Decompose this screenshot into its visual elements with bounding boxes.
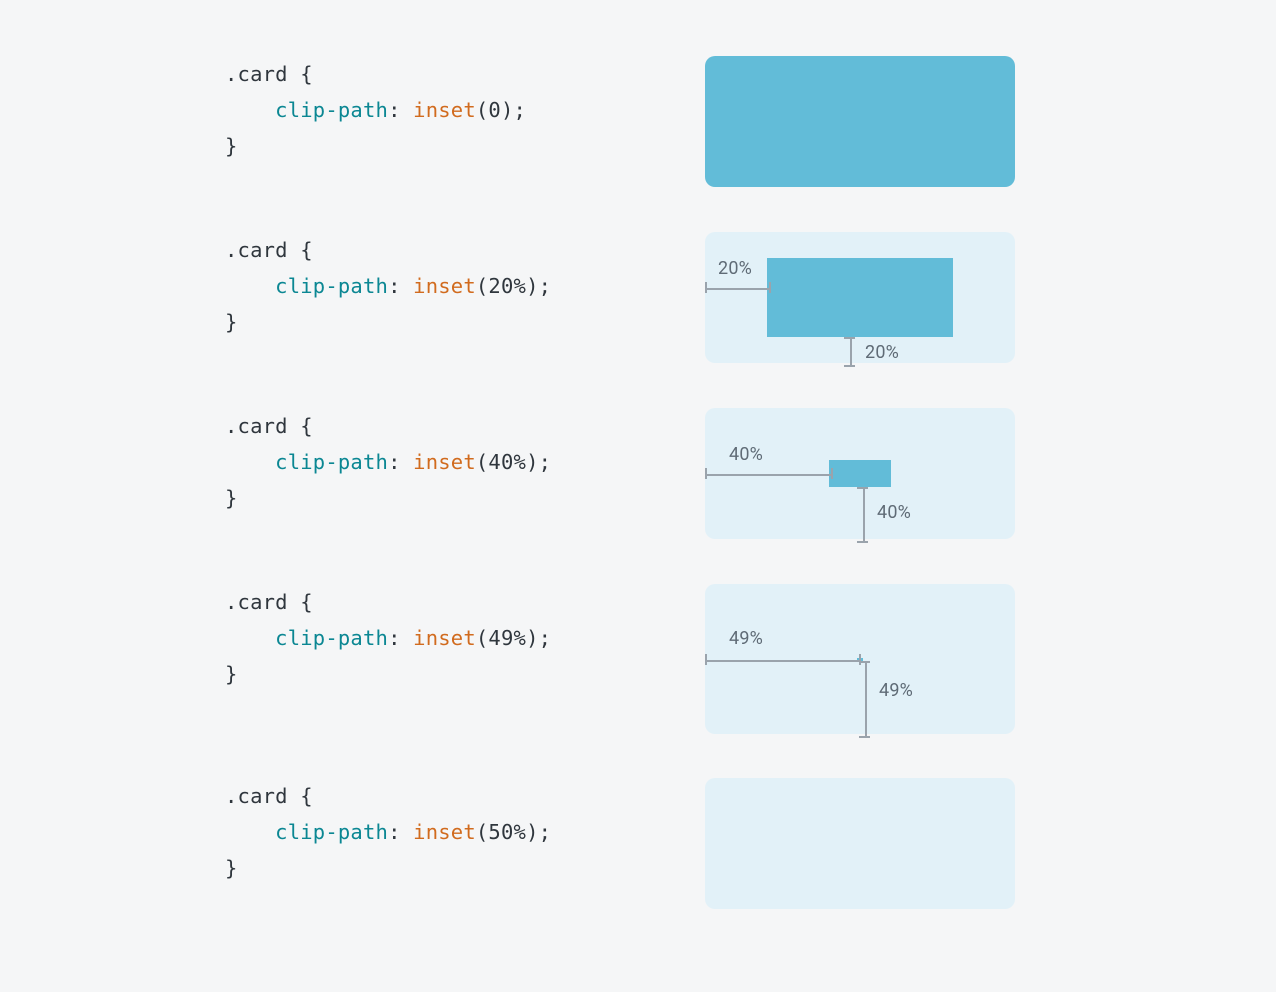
code-block: .card { clip-path: inset(0); } xyxy=(225,56,685,164)
css-property: clip-path xyxy=(275,626,388,650)
css-function: inset xyxy=(413,820,476,844)
css-function: inset xyxy=(413,450,476,474)
css-selector: .card xyxy=(225,414,288,438)
horizontal-measure-icon xyxy=(705,654,861,665)
code-block: .card { clip-path: inset(50%); } xyxy=(225,778,685,886)
measure-label: 20% xyxy=(865,342,899,363)
css-selector: .card xyxy=(225,590,288,614)
css-property: clip-path xyxy=(275,820,388,844)
css-property: clip-path xyxy=(275,98,388,122)
measure-label: 20% xyxy=(718,258,752,279)
measure-label: 49% xyxy=(729,628,763,649)
css-property: clip-path xyxy=(275,450,388,474)
css-arg: 40% xyxy=(488,450,526,474)
css-function: inset xyxy=(413,274,476,298)
code-block: .card { clip-path: inset(40%); } xyxy=(225,408,685,516)
css-arg: 20% xyxy=(488,274,526,298)
example-row: .card { clip-path: inset(49%); } 49% 49% xyxy=(225,584,1015,734)
css-arg: 0 xyxy=(488,98,501,122)
css-function: inset xyxy=(413,98,476,122)
measure-label: 40% xyxy=(877,502,911,523)
css-arg: 50% xyxy=(488,820,526,844)
demo-card-50 xyxy=(705,778,1015,909)
measure-label: 40% xyxy=(729,444,763,465)
css-function: inset xyxy=(413,626,476,650)
horizontal-measure-icon xyxy=(705,282,771,293)
measure-label: 49% xyxy=(879,680,913,701)
example-row: .card { clip-path: inset(50%); } xyxy=(225,778,1015,909)
card-shape xyxy=(829,460,891,486)
card-shape xyxy=(767,258,953,337)
example-row: .card { clip-path: inset(0); } xyxy=(225,56,1015,187)
demo-card-49: 49% 49% xyxy=(705,584,1015,734)
vertical-measure-icon xyxy=(844,337,855,367)
css-property: clip-path xyxy=(275,274,388,298)
horizontal-measure-icon xyxy=(705,468,833,479)
example-row: .card { clip-path: inset(40%); } 40% 40% xyxy=(225,408,1015,539)
code-block: .card { clip-path: inset(20%); } xyxy=(225,232,685,340)
css-selector: .card xyxy=(225,784,288,808)
css-selector: .card xyxy=(225,238,288,262)
card-shape xyxy=(705,56,1015,187)
demo-card-20: 20% 20% xyxy=(705,232,1015,363)
css-selector: .card xyxy=(225,62,288,86)
demo-card-40: 40% 40% xyxy=(705,408,1015,539)
example-row: .card { clip-path: inset(20%); } 20% 20% xyxy=(225,232,1015,363)
vertical-measure-icon xyxy=(857,487,868,543)
demo-card-full xyxy=(705,56,1015,187)
vertical-measure-icon xyxy=(859,661,870,739)
css-arg: 49% xyxy=(488,626,526,650)
code-block: .card { clip-path: inset(49%); } xyxy=(225,584,685,692)
